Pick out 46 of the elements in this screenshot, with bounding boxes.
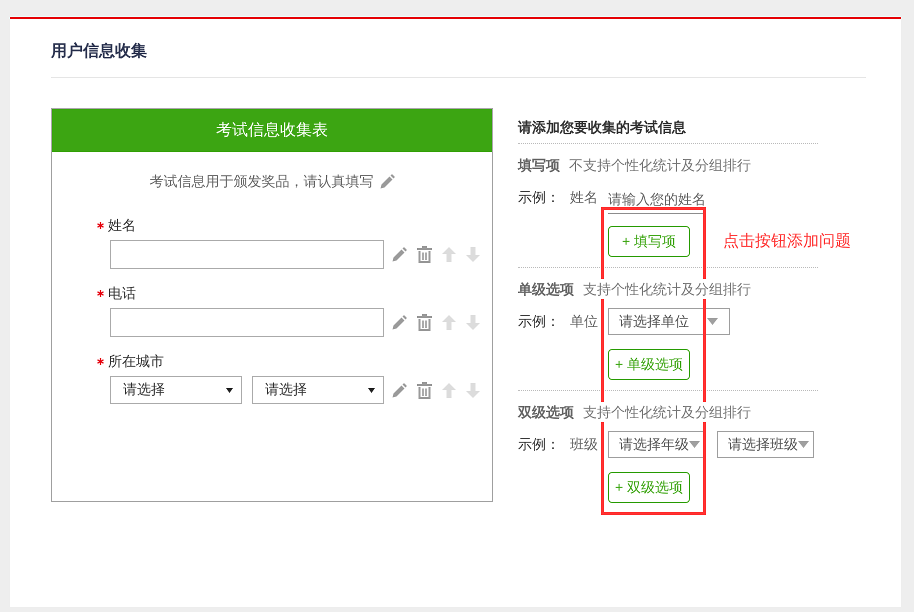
example-input-field[interactable]: 请输入您的姓名 [608, 184, 706, 214]
pencil-icon[interactable] [380, 174, 394, 188]
down-arrow-icon[interactable] [466, 315, 480, 330]
down-arrow-icon[interactable] [466, 247, 480, 262]
field-label: 姓名 [108, 216, 136, 235]
section-title: 单级选项 [518, 280, 574, 299]
field-label: 所在城市 [108, 352, 164, 371]
section-title: 双级选项 [518, 403, 574, 422]
caret-icon [368, 388, 375, 392]
panel-heading: 请添加您要收集的考试信息 [518, 117, 818, 144]
up-arrow-icon[interactable] [442, 382, 456, 398]
caret-icon [707, 318, 718, 325]
section-description: 不支持个性化统计及分组排行 [569, 155, 751, 175]
example-dropdown[interactable]: 请选择班级 [717, 431, 814, 458]
caret-icon [689, 441, 700, 448]
example-field-name: 班级 [570, 436, 598, 454]
trash-icon[interactable] [417, 382, 432, 398]
callout-text: 点击按钮添加问题 [723, 232, 851, 252]
section-description: 支持个性化统计及分组排行 [583, 402, 751, 422]
example-label: 示例： [518, 312, 561, 330]
caret-icon [798, 441, 809, 448]
form-header: 考试信息收集表 [52, 109, 492, 152]
up-arrow-icon[interactable] [442, 315, 456, 330]
example-field-name: 姓名 [570, 189, 598, 207]
field-label: 电话 [108, 284, 136, 303]
pencil-icon[interactable] [392, 315, 407, 330]
dropdown[interactable]: 请选择 [110, 376, 242, 404]
up-arrow-icon[interactable] [442, 247, 456, 262]
form-subtitle: 考试信息用于颁发奖品，请认真填写 [150, 172, 374, 191]
pencil-icon[interactable] [392, 382, 407, 398]
down-arrow-icon[interactable] [466, 382, 480, 398]
example-label: 示例： [518, 436, 561, 454]
caret-icon [226, 388, 233, 392]
trash-icon[interactable] [417, 246, 432, 263]
dropdown[interactable]: 请选择 [252, 376, 384, 404]
text-input-field[interactable] [110, 240, 384, 269]
section-description: 支持个性化统计及分组排行 [583, 279, 751, 299]
page-title: 用户信息收集 [51, 41, 148, 62]
example-dropdown[interactable]: 请选择年级 [608, 431, 705, 458]
example-label: 示例： [518, 189, 561, 207]
pencil-icon[interactable] [392, 247, 407, 262]
section-title: 填写项 [518, 156, 560, 175]
text-input-field[interactable] [110, 308, 384, 337]
example-field-name: 单位 [570, 312, 598, 330]
trash-icon[interactable] [417, 314, 432, 331]
example-dropdown[interactable]: 请选择单位 [608, 308, 730, 335]
